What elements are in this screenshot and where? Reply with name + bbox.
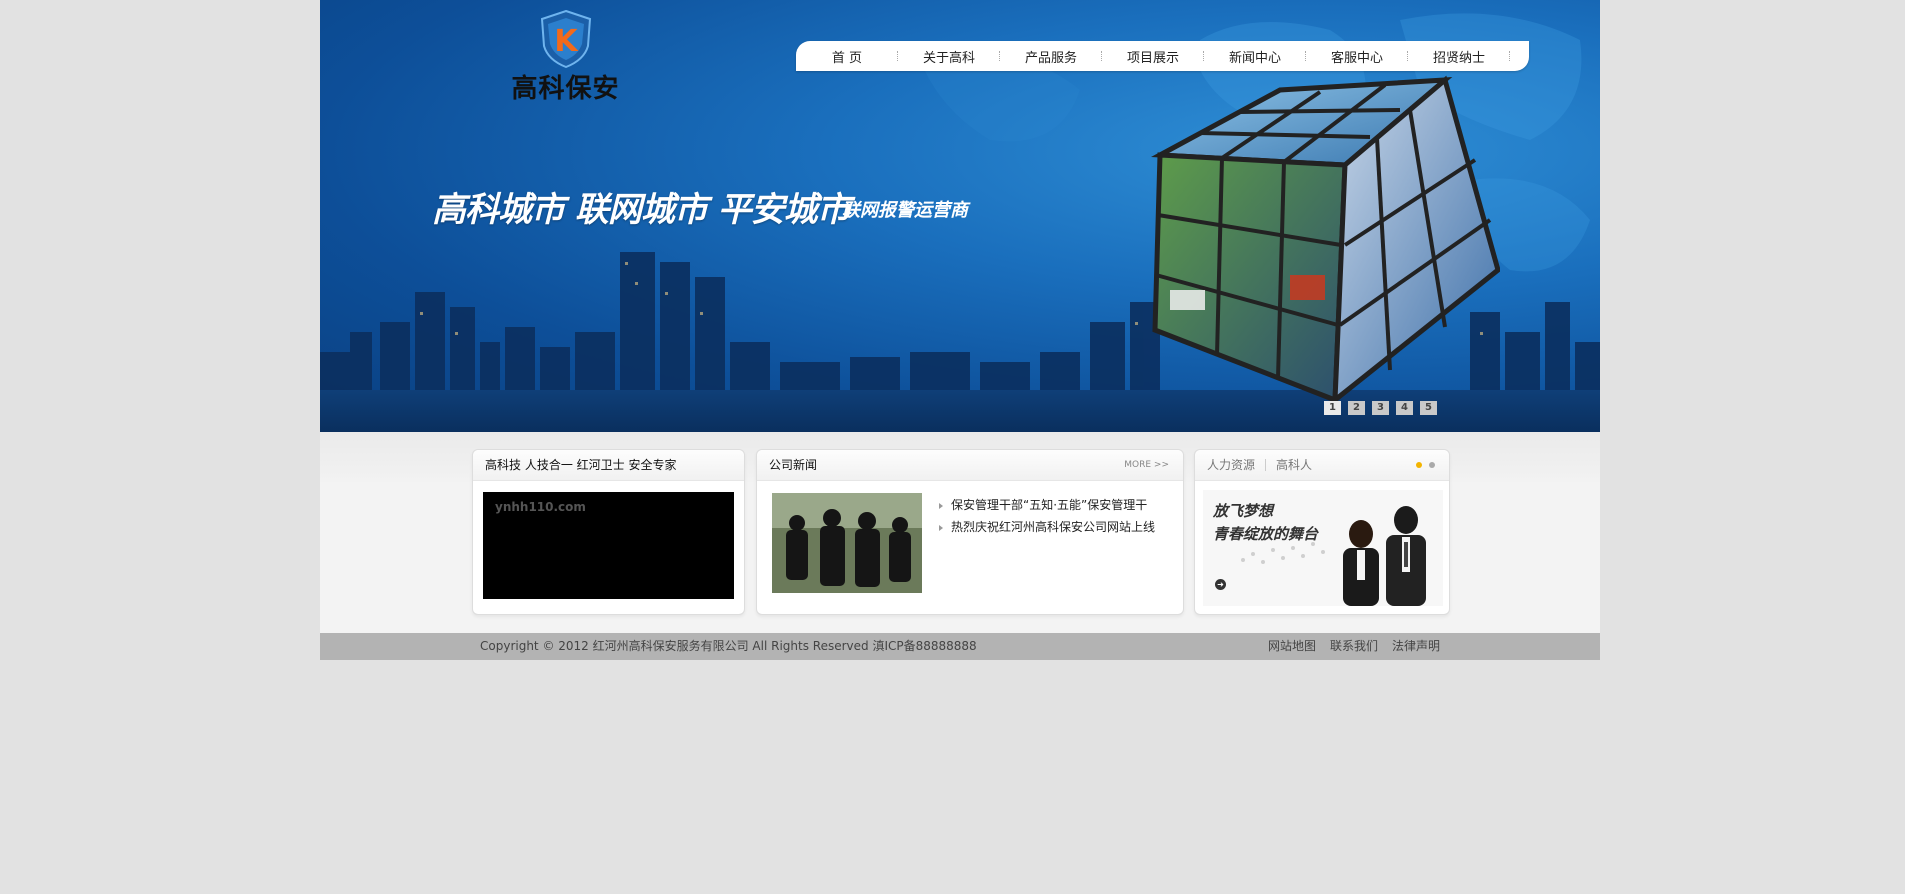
tab-dot-2[interactable] bbox=[1429, 462, 1435, 468]
hr-panel: 人力资源 高科人 放飞梦想 青春绽放的舞台 ➜ bbox=[1194, 449, 1450, 615]
news-panel-title: 公司新闻 bbox=[769, 458, 818, 472]
nav-item-about[interactable]: 关于高科 bbox=[898, 47, 1000, 66]
slide-dot-5[interactable]: 5 bbox=[1420, 401, 1437, 415]
footer-link-legal[interactable]: 法律声明 bbox=[1392, 633, 1440, 660]
hr-panel-header: 人力资源 高科人 bbox=[1195, 450, 1449, 481]
arrow-right-icon[interactable]: ➜ bbox=[1215, 579, 1226, 590]
news-list: 保安管理干部“五知·五能”保安管理干 热烈庆祝红河州高科保安公司网站上线 bbox=[939, 494, 1155, 538]
copyright-text: Copyright © 2012 红河州高科保安服务有限公司 All Right… bbox=[480, 639, 977, 653]
news-photo-security-guards[interactable] bbox=[772, 493, 922, 593]
tab-dot-1[interactable] bbox=[1416, 462, 1422, 468]
page: K 高科保安 首 页 关于高科 产品服务 项目展示 新闻中心 客服中心 招贤纳士… bbox=[320, 0, 1600, 660]
recruitment-line1: 放飞梦想 bbox=[1213, 502, 1274, 520]
recruitment-banner[interactable]: 放飞梦想 青春绽放的舞台 ➜ bbox=[1203, 490, 1443, 606]
footer-links: 网站地图 联系我们 法律声明 bbox=[1268, 633, 1440, 660]
photo-cube-graphic bbox=[1151, 75, 1500, 406]
footer-link-sitemap[interactable]: 网站地图 bbox=[1268, 633, 1316, 660]
banner-slogan-sub: 联网报警运营商 bbox=[842, 200, 968, 221]
shield-logo-icon: K bbox=[540, 10, 592, 68]
slide-dot-4[interactable]: 4 bbox=[1396, 401, 1413, 415]
tab-human-resources[interactable]: 人力资源 bbox=[1207, 450, 1255, 480]
news-panel-header: 公司新闻 MORE >> bbox=[757, 450, 1183, 481]
brand-name: 高科保安 bbox=[511, 74, 620, 104]
nav-item-projects[interactable]: 项目展示 bbox=[1102, 47, 1204, 66]
video-player[interactable]: ynhh110.com bbox=[483, 492, 734, 599]
hero-banner: K 高科保安 首 页 关于高科 产品服务 项目展示 新闻中心 客服中心 招贤纳士… bbox=[320, 0, 1600, 432]
news-more-link[interactable]: MORE >> bbox=[1124, 450, 1169, 480]
nav-item-products[interactable]: 产品服务 bbox=[1000, 47, 1102, 66]
logo[interactable]: K 高科保安 bbox=[508, 10, 623, 104]
hr-tabs: 人力资源 高科人 bbox=[1207, 450, 1449, 480]
tab-divider bbox=[1265, 459, 1267, 471]
slide-dot-1[interactable]: 1 bbox=[1324, 401, 1341, 415]
svg-text:K: K bbox=[554, 24, 579, 59]
tab-gaoke-people[interactable]: 高科人 bbox=[1276, 450, 1312, 480]
nav-item-news[interactable]: 新闻中心 bbox=[1204, 47, 1306, 66]
nav-item-careers[interactable]: 招贤纳士 bbox=[1408, 47, 1510, 66]
footer-link-contact[interactable]: 联系我们 bbox=[1330, 633, 1378, 660]
nav-item-home[interactable]: 首 页 bbox=[796, 47, 898, 66]
main-nav: 首 页 关于高科 产品服务 项目展示 新闻中心 客服中心 招贤纳士 bbox=[796, 41, 1529, 71]
news-item[interactable]: 热烈庆祝红河州高科保安公司网站上线 bbox=[939, 516, 1155, 538]
nav-item-service[interactable]: 客服中心 bbox=[1306, 47, 1408, 66]
video-panel: 高科技 人技合一 红河卫士 安全专家 ynhh110.com bbox=[472, 449, 745, 615]
slide-pager: 1 2 3 4 5 bbox=[1324, 401, 1437, 415]
recruitment-line2: 青春绽放的舞台 bbox=[1213, 525, 1319, 543]
slide-dot-3[interactable]: 3 bbox=[1372, 401, 1389, 415]
news-item[interactable]: 保安管理干部“五知·五能”保安管理干 bbox=[939, 494, 1155, 516]
hr-tab-dots bbox=[1416, 462, 1435, 468]
video-watermark: ynhh110.com bbox=[495, 500, 586, 514]
video-panel-title: 高科技 人技合一 红河卫士 安全专家 bbox=[473, 450, 744, 481]
news-panel: 公司新闻 MORE >> 保安管理干部“五知·五能”保安管理干 热烈庆祝红河州高… bbox=[756, 449, 1184, 615]
slide-dot-2[interactable]: 2 bbox=[1348, 401, 1365, 415]
banner-slogan: 高科城市 联网城市 平安城市 bbox=[432, 190, 851, 230]
footer: Copyright © 2012 红河州高科保安服务有限公司 All Right… bbox=[320, 633, 1600, 660]
